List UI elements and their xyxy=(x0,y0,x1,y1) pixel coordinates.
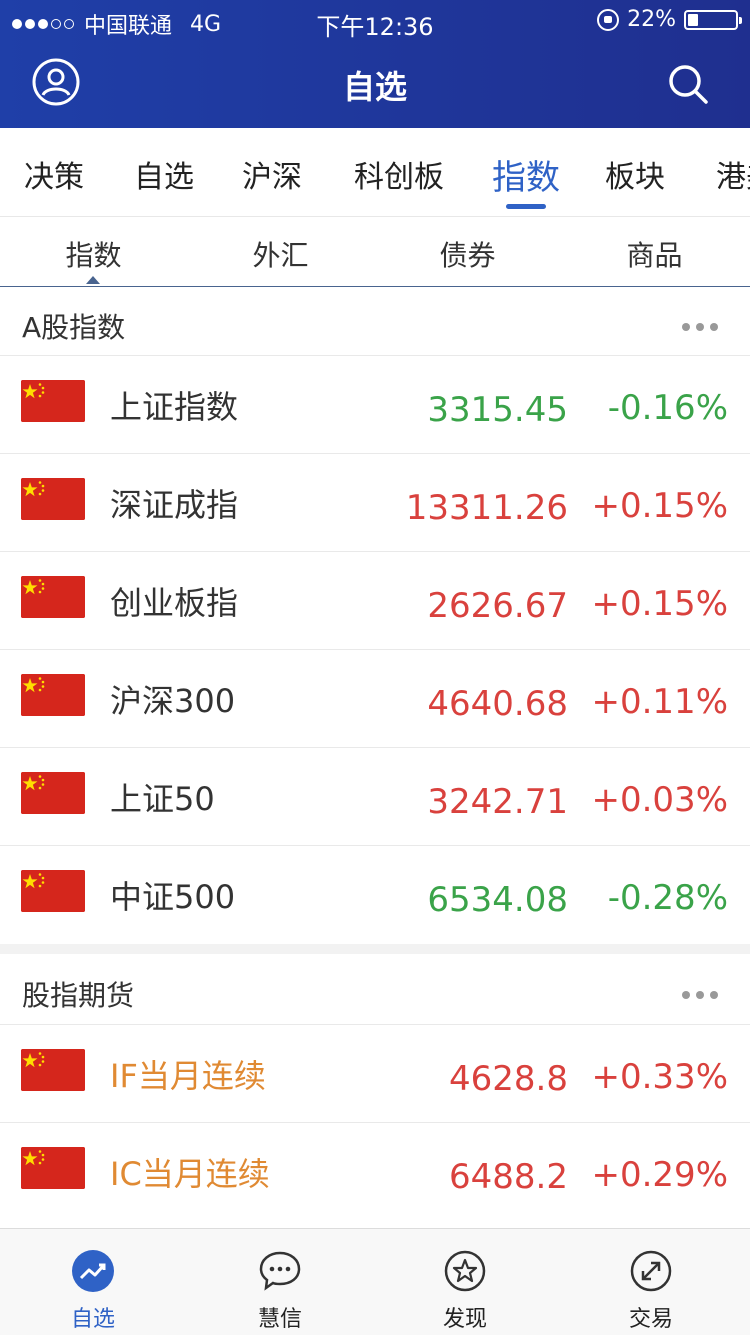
quote-name: 中证500 xyxy=(110,878,236,916)
exchange-icon xyxy=(630,1250,672,1292)
china-flag-icon xyxy=(21,870,85,912)
tab-index[interactable]: 指数 xyxy=(492,150,560,199)
china-flag-icon xyxy=(21,1049,85,1091)
tab-sector[interactable]: 板块 xyxy=(605,152,665,196)
battery-percent: 22% xyxy=(627,7,676,32)
nav-label: 发现 xyxy=(442,1307,487,1332)
china-flag-icon xyxy=(21,478,85,520)
quote-price: 2626.67 xyxy=(427,586,568,626)
quote-name: 沪深300 xyxy=(110,682,236,720)
china-flag-icon xyxy=(21,772,85,814)
quote-change: +0.33% xyxy=(591,1057,729,1097)
quote-row[interactable]: 上证50 3242.71 +0.03% xyxy=(0,747,750,846)
more-icon[interactable] xyxy=(682,984,724,999)
quote-price: 6488.2 xyxy=(449,1157,568,1197)
active-tab-indicator xyxy=(506,204,546,209)
trend-chart-icon xyxy=(72,1250,114,1292)
quote-change: +0.11% xyxy=(591,682,729,722)
nav-trade[interactable]: 交易 xyxy=(591,1249,711,1333)
bottom-nav: 自选 慧信 发现 交易 xyxy=(0,1228,750,1335)
quote-price: 13311.26 xyxy=(405,488,568,528)
quote-price: 3315.45 xyxy=(427,390,568,430)
market-tabs: 决策 自选 沪深 科创板 指数 板块 港美 xyxy=(0,128,750,217)
quote-row[interactable]: IC当月连续 6488.2 +0.29% xyxy=(0,1122,750,1221)
quote-name: 深证成指 xyxy=(110,486,239,524)
orientation-lock-icon xyxy=(597,8,620,31)
tab-watchlist[interactable]: 自选 xyxy=(134,152,194,196)
nav-label: 慧信 xyxy=(257,1307,302,1332)
quote-change: -0.16% xyxy=(607,388,728,428)
quote-change: +0.15% xyxy=(591,486,729,526)
quote-name: 上证指数 xyxy=(110,388,239,426)
quote-name: IC当月连续 xyxy=(110,1155,270,1193)
nav-watchlist[interactable]: 自选 xyxy=(33,1249,153,1333)
subtab-bonds[interactable]: 债券 xyxy=(374,234,561,274)
section-divider xyxy=(0,944,750,954)
tab-hushen[interactable]: 沪深 xyxy=(242,152,302,196)
tab-star-market[interactable]: 科创板 xyxy=(354,152,444,196)
quote-change: +0.03% xyxy=(591,780,729,820)
subtab-forex[interactable]: 外汇 xyxy=(187,234,374,274)
quote-row[interactable]: 沪深300 4640.68 +0.11% xyxy=(0,649,750,748)
quote-row[interactable]: 上证指数 3315.45 -0.16% xyxy=(0,355,750,454)
quote-row[interactable]: 创业板指 2626.67 +0.15% xyxy=(0,551,750,650)
more-icon[interactable] xyxy=(682,316,724,331)
china-flag-icon xyxy=(21,1147,85,1189)
nav-discover[interactable]: 发现 xyxy=(405,1249,525,1333)
nav-label: 交易 xyxy=(628,1307,673,1332)
active-subtab-caret xyxy=(86,276,100,284)
quote-name: 创业板指 xyxy=(110,584,239,622)
search-icon[interactable] xyxy=(666,62,710,106)
quote-price: 6534.08 xyxy=(427,880,568,920)
nav-huixin[interactable]: 慧信 xyxy=(220,1249,340,1333)
tab-decision[interactable]: 决策 xyxy=(24,152,84,196)
subtab-commodities[interactable]: 商品 xyxy=(561,234,748,274)
china-flag-icon xyxy=(21,576,85,618)
quote-price: 4628.8 xyxy=(449,1059,568,1099)
status-bar: 中国联通 4G 下午12:36 22% xyxy=(0,0,750,41)
index-subtabs: 指数 外汇 债券 商品 xyxy=(0,216,750,287)
app-header: 中国联通 4G 下午12:36 22% 自选 xyxy=(0,0,750,128)
chat-bubble-icon xyxy=(259,1251,301,1291)
quote-row[interactable]: 中证500 6534.08 -0.28% xyxy=(0,845,750,944)
quote-name: 上证50 xyxy=(110,780,215,818)
quote-change: +0.15% xyxy=(591,584,729,624)
subtab-index[interactable]: 指数 xyxy=(0,234,187,274)
quote-row[interactable]: IF当月连续 4628.8 +0.33% xyxy=(0,1024,750,1123)
quote-change: +0.29% xyxy=(591,1155,729,1195)
page-title: 自选 xyxy=(342,68,407,106)
quote-change: -0.28% xyxy=(607,878,728,918)
section-title-futures: 股指期货 xyxy=(22,979,135,1012)
tab-hk-us[interactable]: 港美 xyxy=(716,152,750,196)
nav-label: 自选 xyxy=(70,1307,115,1332)
quote-price: 3242.71 xyxy=(427,782,568,822)
quote-price: 4640.68 xyxy=(427,684,568,724)
china-flag-icon xyxy=(21,674,85,716)
quote-row[interactable]: 深证成指 13311.26 +0.15% xyxy=(0,453,750,552)
quote-name: IF当月连续 xyxy=(110,1057,266,1095)
star-badge-icon xyxy=(444,1250,486,1292)
battery-icon xyxy=(684,9,742,30)
china-flag-icon xyxy=(21,380,85,422)
section-title-a-share: A股指数 xyxy=(22,311,126,344)
